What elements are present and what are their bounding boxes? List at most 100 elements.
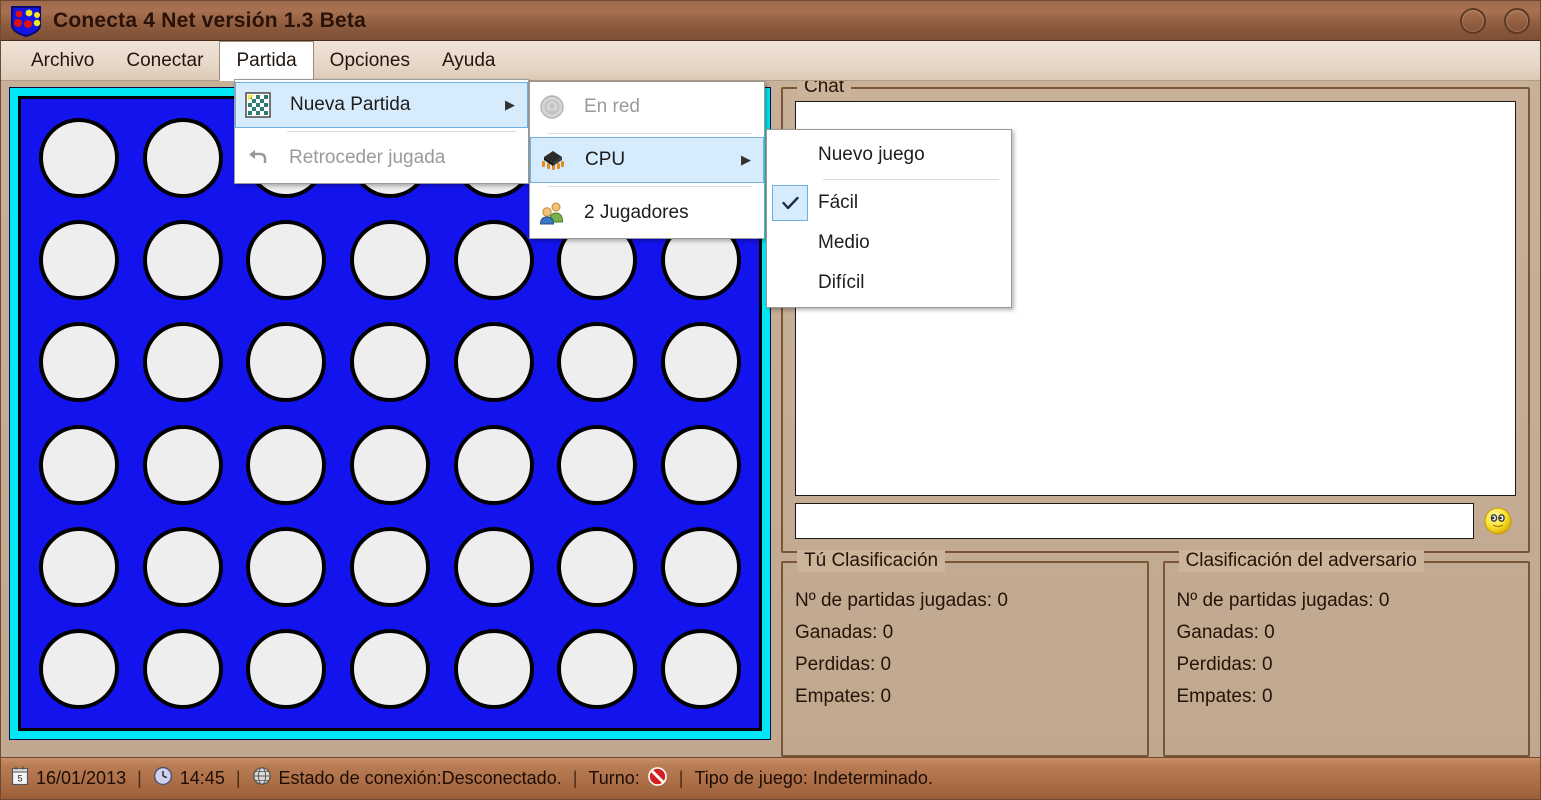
board-cell-r2-c6[interactable] bbox=[649, 311, 753, 413]
board-hole bbox=[454, 629, 534, 709]
board-cell-r2-c4[interactable] bbox=[442, 311, 546, 413]
menu-partida[interactable]: Partida bbox=[219, 41, 313, 81]
board-hole bbox=[39, 629, 119, 709]
board-cell-r4-c3[interactable] bbox=[338, 516, 442, 618]
menu-item-2-jugadores[interactable]: 2 Jugadores bbox=[530, 190, 764, 236]
opponent-stat-wins: Ganadas: 0 bbox=[1177, 617, 1517, 649]
opponent-stat-losses: Perdidas: 0 bbox=[1177, 649, 1517, 681]
menu-item-cpu[interactable]: CPU ▶ bbox=[530, 137, 764, 183]
board-hole bbox=[454, 425, 534, 505]
menu-item-label: Fácil bbox=[808, 192, 999, 214]
two-players-icon bbox=[530, 200, 574, 226]
calendar-icon: 5 bbox=[11, 766, 29, 791]
board-cell-r4-c4[interactable] bbox=[442, 516, 546, 618]
board-cell-r2-c5[interactable] bbox=[546, 311, 650, 413]
menu-archivo[interactable]: Archivo bbox=[15, 41, 110, 80]
board-cell-r5-c1[interactable] bbox=[131, 618, 235, 720]
board-cell-r3-c2[interactable] bbox=[234, 413, 338, 515]
board-hole bbox=[454, 220, 534, 300]
menu-item-label: CPU bbox=[575, 149, 723, 171]
board-hole bbox=[557, 629, 637, 709]
menu-item-label: Nueva Partida bbox=[280, 94, 487, 116]
board-hole bbox=[557, 425, 637, 505]
board-cell-r3-c0[interactable] bbox=[27, 413, 131, 515]
board-cell-r4-c0[interactable] bbox=[27, 516, 131, 618]
board-cell-r2-c2[interactable] bbox=[234, 311, 338, 413]
menu-ayuda[interactable]: Ayuda bbox=[426, 41, 512, 80]
board-hole bbox=[557, 527, 637, 607]
board-cell-r1-c3[interactable] bbox=[338, 209, 442, 311]
minimize-button[interactable] bbox=[1460, 8, 1486, 34]
board-cell-r5-c2[interactable] bbox=[234, 618, 338, 720]
board-cell-r1-c0[interactable] bbox=[27, 209, 131, 311]
window-controls bbox=[1460, 1, 1530, 41]
smiley-face-icon[interactable] bbox=[1480, 503, 1516, 539]
status-separator: | bbox=[569, 768, 582, 789]
board-cell-r3-c4[interactable] bbox=[442, 413, 546, 515]
board-cell-r2-c3[interactable] bbox=[338, 311, 442, 413]
undo-arrow-icon bbox=[235, 146, 279, 170]
board-cell-r2-c1[interactable] bbox=[131, 311, 235, 413]
board-hole bbox=[454, 527, 534, 607]
board-hole bbox=[39, 322, 119, 402]
board-hole bbox=[39, 118, 119, 198]
board-cell-r5-c5[interactable] bbox=[546, 618, 650, 720]
menu-popup-partida: Nueva Partida ▶ Retroceder jugada bbox=[234, 79, 529, 184]
board-cell-r1-c1[interactable] bbox=[131, 209, 235, 311]
menu-item-nuevo-juego[interactable]: Nuevo juego bbox=[767, 134, 1011, 176]
board-cell-r4-c2[interactable] bbox=[234, 516, 338, 618]
menu-item-retroceder-jugada[interactable]: Retroceder jugada bbox=[235, 135, 528, 181]
network-icon bbox=[530, 94, 574, 120]
status-separator: | bbox=[133, 768, 146, 789]
status-time: 14:45 bbox=[180, 768, 225, 789]
menu-item-en-red[interactable]: En red bbox=[530, 84, 764, 130]
board-cell-r5-c6[interactable] bbox=[649, 618, 753, 720]
status-bar: 5 16/01/2013 | 14:45 | Estado de conexió… bbox=[1, 757, 1540, 799]
board-hole bbox=[350, 220, 430, 300]
menu-item-label: Difícil bbox=[808, 272, 999, 294]
board-cell-r3-c5[interactable] bbox=[546, 413, 650, 515]
checkbox-slot bbox=[772, 137, 808, 173]
globe-icon bbox=[252, 766, 272, 791]
menu-item-medio[interactable]: Medio bbox=[767, 223, 1011, 263]
board-cell-r4-c5[interactable] bbox=[546, 516, 650, 618]
board-cell-r5-c3[interactable] bbox=[338, 618, 442, 720]
board-cell-r0-c0[interactable] bbox=[27, 107, 131, 209]
menu-divider bbox=[823, 179, 999, 180]
chat-input-row bbox=[795, 503, 1516, 539]
chevron-right-icon: ▶ bbox=[487, 97, 515, 113]
menu-conectar[interactable]: Conectar bbox=[110, 41, 219, 80]
board-hole bbox=[143, 322, 223, 402]
window-title: Conecta 4 Net versión 1.3 Beta bbox=[53, 9, 366, 33]
board-cell-r0-c1[interactable] bbox=[131, 107, 235, 209]
board-cell-r3-c3[interactable] bbox=[338, 413, 442, 515]
board-cell-r5-c0[interactable] bbox=[27, 618, 131, 720]
clock-icon bbox=[153, 766, 173, 791]
board-hole bbox=[39, 527, 119, 607]
menu-item-facil[interactable]: Fácil bbox=[767, 183, 1011, 223]
board-hole bbox=[143, 629, 223, 709]
status-turn-label: Turno: bbox=[588, 768, 639, 789]
board-cell-r5-c4[interactable] bbox=[442, 618, 546, 720]
board-hole bbox=[350, 322, 430, 402]
opponent-stat-games: Nº de partidas jugadas: 0 bbox=[1177, 585, 1517, 617]
menu-item-nueva-partida[interactable]: Nueva Partida ▶ bbox=[235, 82, 528, 128]
board-cell-r2-c0[interactable] bbox=[27, 311, 131, 413]
your-stats-group: Tú Clasificación Nº de partidas jugadas:… bbox=[781, 561, 1149, 757]
board-cell-r3-c1[interactable] bbox=[131, 413, 235, 515]
connect4-shield-icon bbox=[9, 5, 43, 37]
board-cell-r3-c6[interactable] bbox=[649, 413, 753, 515]
close-button[interactable] bbox=[1504, 8, 1530, 34]
board-cell-r4-c6[interactable] bbox=[649, 516, 753, 618]
your-stat-losses: Perdidas: 0 bbox=[795, 649, 1135, 681]
board-hole bbox=[661, 527, 741, 607]
no-entry-icon bbox=[647, 766, 668, 792]
board-cell-r4-c1[interactable] bbox=[131, 516, 235, 618]
chevron-right-icon: ▶ bbox=[723, 152, 751, 168]
check-icon bbox=[772, 185, 808, 221]
menu-item-dificil[interactable]: Difícil bbox=[767, 263, 1011, 303]
board-cell-r1-c2[interactable] bbox=[234, 209, 338, 311]
menu-opciones[interactable]: Opciones bbox=[314, 41, 426, 80]
board-hole bbox=[246, 220, 326, 300]
chat-input[interactable] bbox=[795, 503, 1474, 539]
